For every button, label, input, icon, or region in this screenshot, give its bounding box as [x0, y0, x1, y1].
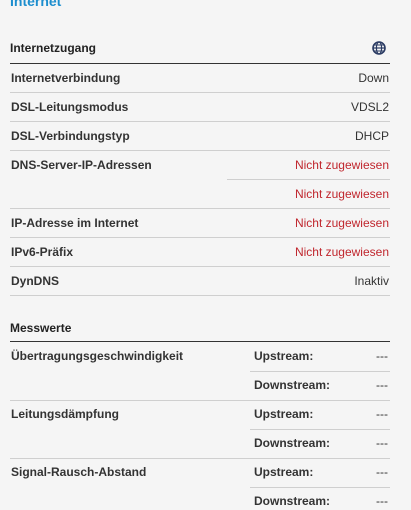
- row-dyndns: DynDNS Inaktiv: [10, 267, 390, 296]
- measurement-label-speed: Übertragungsgeschwindigkeit: [11, 349, 184, 363]
- measurement-downstream: Downstream: ---: [254, 494, 388, 510]
- row-label: DNS-Server-IP-Adressen: [11, 158, 152, 172]
- section-header-internet-access: Internetzugang: [10, 38, 390, 64]
- downstream-label: Downstream:: [254, 378, 331, 392]
- row-value: VDSL2: [350, 100, 389, 114]
- downstream-value: ---: [376, 494, 388, 508]
- subrow-dns-primary: [227, 151, 390, 180]
- divider: [10, 458, 390, 459]
- measurement-upstream: Upstream: ---: [254, 465, 388, 481]
- row-value: Nicht zugewiesen: [294, 216, 389, 230]
- upstream-value: ---: [376, 349, 388, 363]
- measurement-downstream: Downstream: ---: [254, 436, 388, 452]
- upstream-label: Upstream:: [254, 349, 314, 363]
- row-value-secondary: Nicht zugewiesen: [294, 187, 389, 201]
- upstream-value: ---: [376, 407, 388, 421]
- page-title: Internet: [10, 0, 62, 9]
- upstream-label: Upstream:: [254, 407, 314, 421]
- row-label: IP-Adresse im Internet: [11, 216, 139, 230]
- subrow-dns-secondary: Nicht zugewiesen: [227, 180, 390, 209]
- row-internet-connection: Internetverbindung Down: [10, 64, 390, 93]
- section-header-measurements: Messwerte: [10, 318, 390, 342]
- row-label: DynDNS: [11, 274, 60, 288]
- downstream-label: Downstream:: [254, 436, 331, 450]
- row-label: Internetverbindung: [11, 71, 121, 85]
- measurement-upstream: Upstream: ---: [254, 349, 388, 365]
- row-internet-ip: IP-Adresse im Internet Nicht zugewiesen: [10, 209, 390, 238]
- section-title: Internetzugang: [10, 41, 96, 55]
- downstream-value: ---: [376, 436, 388, 450]
- row-value: Nicht zugewiesen: [294, 245, 389, 259]
- row-label: IPv6-Präfix: [11, 245, 74, 259]
- measurement-label-attenuation: Leitungsdämpfung: [11, 407, 119, 421]
- row-value: DHCP: [354, 129, 389, 143]
- upstream-label: Upstream:: [254, 465, 314, 479]
- downstream-label: Downstream:: [254, 494, 331, 508]
- divider: [250, 371, 390, 372]
- measurement-downstream: Downstream: ---: [254, 378, 388, 394]
- downstream-value: ---: [376, 378, 388, 392]
- measurement-label-snr: Signal-Rausch-Abstand: [11, 465, 147, 479]
- upstream-value: ---: [376, 465, 388, 479]
- measurement-upstream: Upstream: ---: [254, 407, 388, 423]
- row-dsl-connection-type: DSL-Verbindungstyp DHCP: [10, 122, 390, 151]
- section-title: Messwerte: [10, 321, 72, 335]
- row-dsl-line-mode: DSL-Leitungsmodus VDSL2: [10, 93, 390, 122]
- divider: [250, 487, 390, 488]
- row-label: DSL-Verbindungstyp: [11, 129, 130, 143]
- divider: [250, 429, 390, 430]
- row-ipv6-prefix: IPv6-Präfix Nicht zugewiesen: [10, 238, 390, 267]
- row-label: DSL-Leitungsmodus: [11, 100, 129, 114]
- row-value: Down: [358, 71, 389, 85]
- divider: [10, 400, 390, 401]
- row-value: Inaktiv: [354, 274, 389, 288]
- globe-icon[interactable]: [372, 41, 386, 55]
